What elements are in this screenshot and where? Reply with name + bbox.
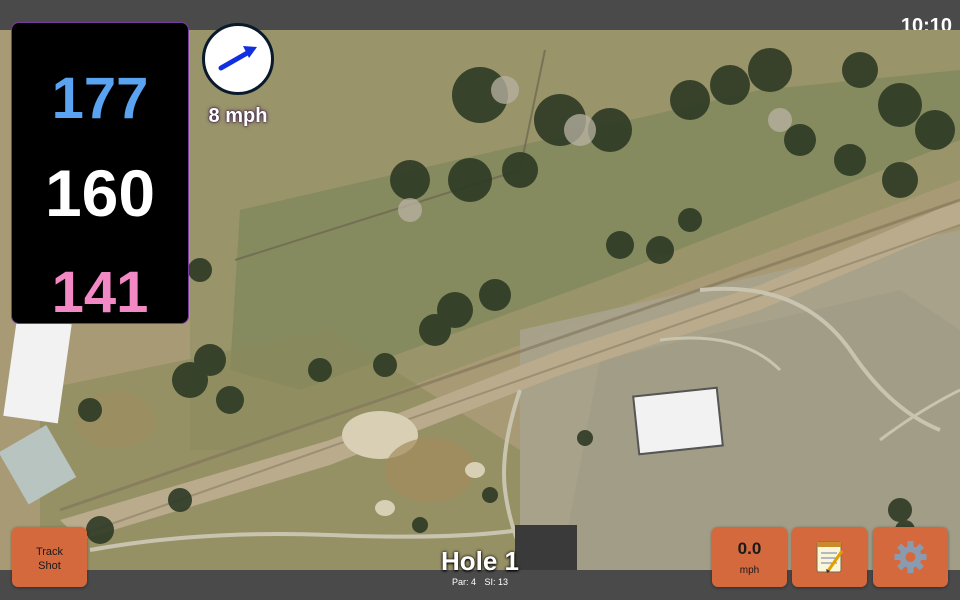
track-shot-label-line2: Shot (38, 560, 61, 572)
wind-direction-dial (202, 23, 274, 95)
gear-icon (894, 541, 927, 573)
notes-button[interactable] (792, 527, 867, 587)
settings-button[interactable] (873, 527, 948, 587)
front-distance: 141 (51, 260, 149, 325)
distance-panel: 177 160 141 (11, 22, 189, 325)
notepad-icon (816, 541, 844, 573)
wind-speed-label: 8 mph (208, 105, 268, 127)
par-label: Par: 4 (451, 577, 476, 587)
back-distance: 177 (51, 66, 149, 131)
hole-meta: Par: 4 SI: 13 (380, 577, 580, 587)
track-shot-label: Track Shot (12, 545, 87, 573)
arrow-up-right-icon (218, 46, 257, 71)
speed-unit: mph (739, 565, 760, 576)
track-shot-button[interactable]: Track Shot (12, 527, 87, 587)
track-shot-label-line1: Track (35, 546, 64, 558)
hole-title: Hole 1 (440, 546, 520, 576)
speed-value: 0.0 (737, 539, 762, 558)
speed-button[interactable]: 0.0 mph (712, 527, 787, 587)
stroke-index-label: SI: 13 (484, 577, 509, 587)
center-distance: 160 (44, 156, 156, 230)
